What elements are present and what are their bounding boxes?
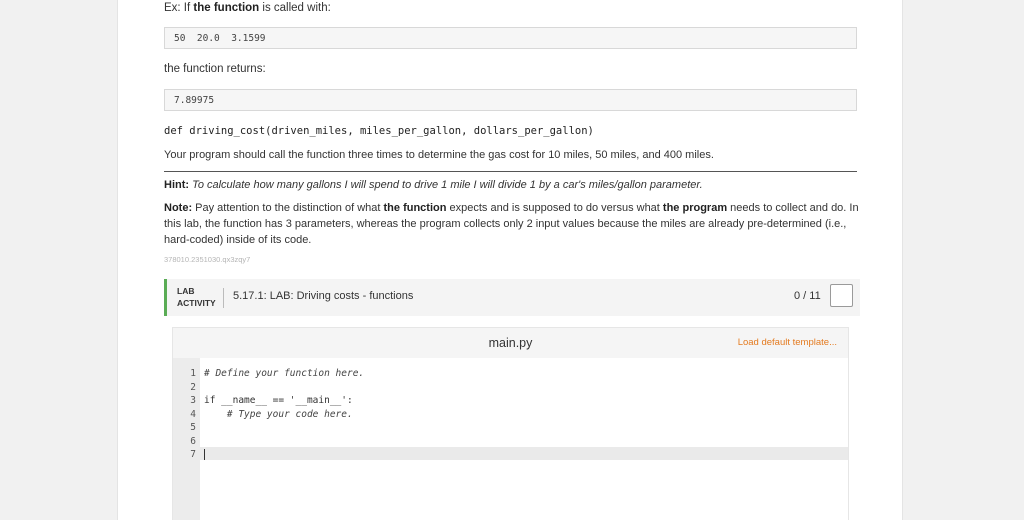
line-number: 3 <box>190 395 196 406</box>
lab-title: 5.17.1: LAB: Driving costs - functions <box>233 290 414 302</box>
note-paragraph: Note: Pay attention to the distinction o… <box>164 202 859 247</box>
lab-activity-tag: LAB ACTIVITY <box>177 285 216 309</box>
content-page: Ex: If the function is called with: 50 2… <box>117 0 903 520</box>
line-number: 1 <box>190 368 196 379</box>
content-id: 378010.2351030.qx3zqy7 <box>164 255 251 264</box>
active-line-highlight <box>200 447 848 460</box>
code-line[interactable]: if __name__ == '__main__': <box>204 395 353 406</box>
code-editor: main.py Load default template... 1 2 3 4… <box>172 327 849 520</box>
example-input-box: 50 20.0 3.1599 <box>164 27 857 49</box>
line-number: 6 <box>190 436 196 447</box>
line-number: 7 <box>190 449 196 460</box>
line-number: 5 <box>190 422 196 433</box>
lab-score: 0 / 11 <box>794 290 821 302</box>
line-number: 4 <box>190 409 196 420</box>
code-line[interactable]: # Type your code here. <box>204 409 353 420</box>
divider <box>164 171 857 172</box>
line-number-gutter: 1 2 3 4 5 6 7 <box>173 358 200 520</box>
editor-header: main.py Load default template... <box>173 328 848 358</box>
code-line[interactable]: # Define your function here. <box>204 368 364 379</box>
example-output-box: 7.89975 <box>164 89 857 111</box>
text-cursor <box>204 449 205 460</box>
lab-tag-line2: ACTIVITY <box>177 298 216 308</box>
load-default-template-link[interactable]: Load default template... <box>738 337 837 348</box>
example-intro: Ex: If the function is called with: <box>164 2 331 14</box>
instruction-text: Your program should call the function th… <box>164 149 714 161</box>
hint-paragraph: Hint: To calculate how many gallons I wi… <box>164 179 703 191</box>
function-signature: def driving_cost(driven_miles, miles_per… <box>164 125 594 137</box>
line-number: 2 <box>190 382 196 393</box>
returns-label: the function returns: <box>164 63 266 75</box>
completion-checkbox[interactable] <box>830 284 853 307</box>
lab-separator <box>223 288 224 308</box>
lab-tag-line1: LAB <box>177 286 195 296</box>
lab-activity-header: LAB ACTIVITY 5.17.1: LAB: Driving costs … <box>164 279 860 316</box>
